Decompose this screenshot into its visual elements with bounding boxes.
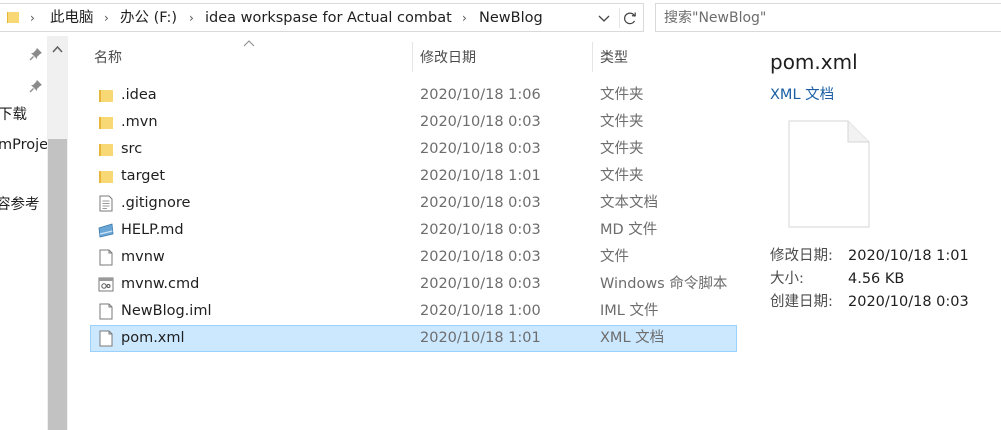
file-type: XML 文档 bbox=[600, 330, 665, 346]
file-modified-date: 2020/10/18 1:00 bbox=[420, 303, 541, 319]
file-row[interactable]: pom.xml 2020/10/18 1:01 XML 文档 bbox=[90, 325, 737, 352]
scroll-up-icon[interactable] bbox=[47, 42, 68, 56]
file-modified-date: 2020/10/18 0:03 bbox=[420, 276, 541, 292]
pin-icon[interactable] bbox=[29, 79, 43, 93]
file-modified-date: 2020/10/18 1:06 bbox=[420, 87, 541, 103]
file-name: pom.xml bbox=[121, 330, 185, 346]
breadcrumb-current[interactable]: NewBlog bbox=[479, 9, 543, 28]
nav-item-downloads[interactable]: 下载 bbox=[0, 105, 27, 125]
file-name: .gitignore bbox=[121, 195, 191, 211]
file-modified-date: 2020/10/18 1:01 bbox=[420, 330, 541, 346]
details-created-value: 2020/10/18 0:03 bbox=[848, 294, 969, 310]
details-pane: pom.xml XML 文档 修改日期: 2020/10/18 1:01 大小:… bbox=[737, 36, 1001, 430]
details-file-type: XML 文档 bbox=[770, 87, 835, 103]
column-divider[interactable] bbox=[412, 42, 413, 72]
nav-scrollbar[interactable] bbox=[47, 36, 68, 430]
chevron-down-icon[interactable] bbox=[594, 8, 614, 28]
cmd-script-icon bbox=[98, 276, 114, 293]
file-name: src bbox=[121, 141, 143, 157]
details-modified-label: 修改日期: bbox=[770, 248, 833, 264]
address-bar[interactable]: › 此电脑 › 办公 (F:) › idea workspase for Act… bbox=[0, 3, 644, 32]
file-row[interactable]: target 2020/10/18 1:01 文件夹 bbox=[90, 163, 737, 190]
folder-icon bbox=[7, 12, 19, 23]
file-type: MD 文件 bbox=[600, 222, 658, 238]
refresh-icon[interactable] bbox=[619, 8, 641, 28]
blank-file-icon bbox=[98, 303, 114, 320]
file-row[interactable]: mvnw 2020/10/18 0:03 文件 bbox=[90, 244, 737, 271]
pin-icon[interactable] bbox=[29, 47, 43, 61]
breadcrumb-separator[interactable]: › bbox=[189, 9, 194, 28]
file-name: target bbox=[121, 168, 166, 184]
text-document-icon bbox=[98, 195, 114, 212]
file-modified-date: 2020/10/18 0:03 bbox=[420, 195, 541, 211]
file-modified-date: 2020/10/18 0:03 bbox=[420, 114, 541, 130]
breadcrumb-separator[interactable]: › bbox=[104, 9, 109, 28]
nav-item-project[interactable]: mProje bbox=[0, 135, 48, 155]
document-preview-icon bbox=[788, 120, 870, 228]
file-type: Windows 命令脚本 bbox=[600, 276, 728, 292]
nav-scrollbar-thumb[interactable] bbox=[48, 139, 67, 430]
folder-icon bbox=[98, 87, 114, 104]
file-row[interactable]: NewBlog.iml 2020/10/18 1:00 IML 文件 bbox=[90, 298, 737, 325]
file-row[interactable]: mvnw.cmd 2020/10/18 0:03 Windows 命令脚本 bbox=[90, 271, 737, 298]
details-size-value: 4.56 KB bbox=[848, 271, 905, 287]
details-size-label: 大小: bbox=[770, 271, 804, 287]
file-name: mvnw bbox=[121, 249, 165, 265]
column-header-type[interactable]: 类型 bbox=[600, 44, 628, 72]
folder-icon bbox=[98, 168, 114, 185]
file-row[interactable]: .mvn 2020/10/18 0:03 文件夹 bbox=[90, 109, 737, 136]
file-name: .idea bbox=[121, 87, 157, 103]
file-type: 文件夹 bbox=[600, 168, 644, 184]
details-created-label: 创建日期: bbox=[770, 294, 833, 310]
column-header-name[interactable]: 名称 bbox=[94, 44, 122, 72]
breadcrumb-separator[interactable]: › bbox=[462, 9, 467, 28]
folder-icon bbox=[98, 114, 114, 131]
file-list: 名称 修改日期 类型 .idea 2020/10/18 1:06 文件夹 .mvn 20… bbox=[68, 36, 737, 430]
search-box[interactable] bbox=[655, 3, 1001, 32]
file-name: mvnw.cmd bbox=[121, 276, 200, 292]
file-type: 文件 bbox=[600, 249, 629, 265]
breadcrumb-this-pc[interactable]: 此电脑 bbox=[50, 9, 94, 28]
address-row: › 此电脑 › 办公 (F:) › idea workspase for Act… bbox=[0, 0, 1001, 36]
file-modified-date: 2020/10/18 1:01 bbox=[420, 168, 541, 184]
folder-icon bbox=[98, 141, 114, 158]
file-modified-date: 2020/10/18 0:03 bbox=[420, 141, 541, 157]
file-modified-date: 2020/10/18 0:03 bbox=[420, 249, 541, 265]
file-type: IML 文件 bbox=[600, 303, 659, 319]
file-type: 文件夹 bbox=[600, 87, 644, 103]
file-type: 文本文档 bbox=[600, 195, 658, 211]
breadcrumb-drive[interactable]: 办公 (F:) bbox=[120, 9, 177, 28]
file-row[interactable]: src 2020/10/18 0:03 文件夹 bbox=[90, 136, 737, 163]
file-row[interactable]: .gitignore 2020/10/18 0:03 文本文档 bbox=[90, 190, 737, 217]
file-name: .mvn bbox=[121, 114, 158, 130]
file-type: 文件夹 bbox=[600, 141, 644, 157]
file-row[interactable]: HELP.md 2020/10/18 0:03 MD 文件 bbox=[90, 217, 737, 244]
breadcrumb-separator[interactable]: › bbox=[30, 9, 35, 28]
blank-file-icon bbox=[98, 249, 114, 266]
column-divider[interactable] bbox=[592, 42, 593, 72]
file-row[interactable]: .idea 2020/10/18 1:06 文件夹 bbox=[90, 82, 737, 109]
file-type: 文件夹 bbox=[600, 114, 644, 130]
blank-file-icon bbox=[98, 330, 114, 347]
file-name: NewBlog.iml bbox=[121, 303, 212, 319]
navigation-pane: 下载 mProje 容参考 bbox=[0, 36, 68, 430]
markdown-file-icon bbox=[98, 222, 114, 239]
file-modified-date: 2020/10/18 0:03 bbox=[420, 222, 541, 238]
breadcrumb-workspace[interactable]: idea workspase for Actual combat bbox=[205, 9, 452, 28]
details-modified-value: 2020/10/18 1:01 bbox=[848, 248, 969, 264]
file-name: HELP.md bbox=[121, 222, 184, 238]
details-file-name: pom.xml bbox=[770, 50, 858, 74]
search-input[interactable] bbox=[664, 8, 984, 28]
column-header-date[interactable]: 修改日期 bbox=[420, 44, 476, 72]
sort-ascending-icon bbox=[243, 40, 255, 47]
nav-item-reference[interactable]: 容参考 bbox=[0, 195, 40, 215]
